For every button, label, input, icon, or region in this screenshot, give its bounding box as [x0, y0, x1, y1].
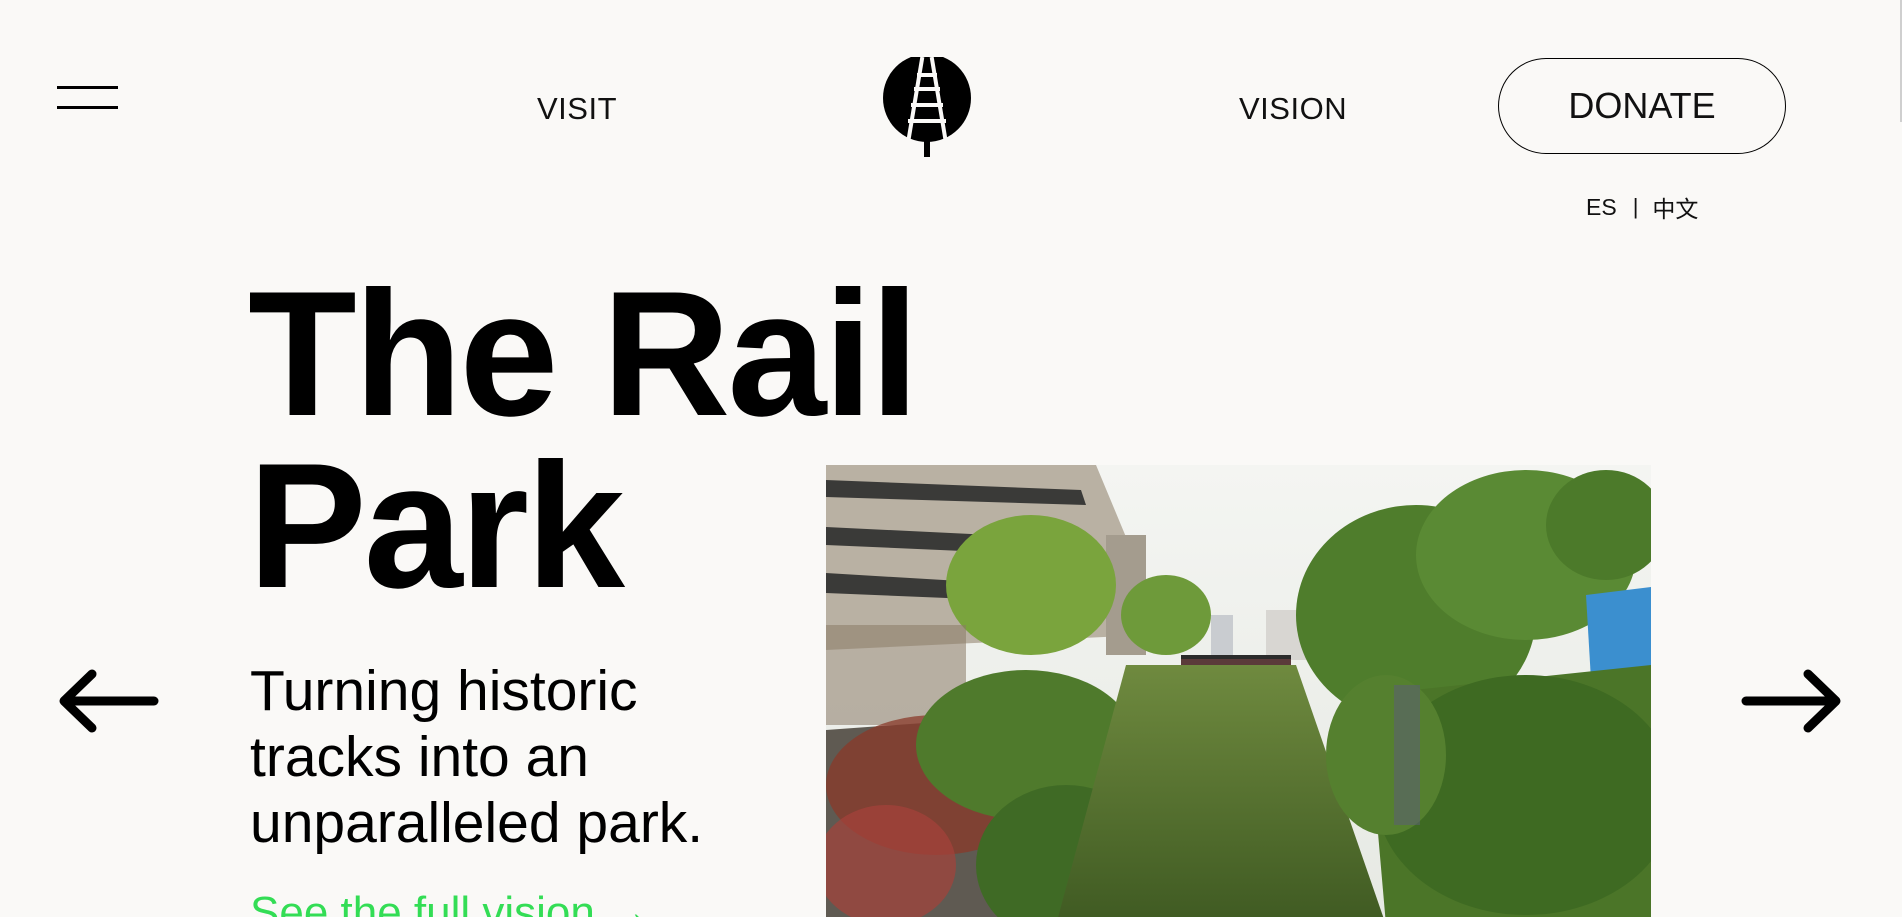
- language-switcher: ES | 中文: [1586, 190, 1698, 224]
- lang-es-link[interactable]: ES: [1586, 194, 1617, 221]
- page: VISIT VISION DONATE ES | 中文 The Rail Par…: [0, 0, 1902, 917]
- hero-photo: [826, 465, 1651, 917]
- overgrown-rail-cut-photo: [826, 465, 1651, 917]
- hero-title-line-1: The Rail: [248, 254, 919, 453]
- arrow-left-icon[interactable]: [58, 668, 160, 734]
- lang-separator: |: [1632, 194, 1639, 219]
- rail-tree-logo-icon[interactable]: [882, 57, 972, 157]
- lang-zh-link[interactable]: 中文: [1652, 190, 1698, 224]
- nav-vision-link[interactable]: VISION: [1239, 91, 1347, 127]
- see-full-vision-link[interactable]: See the full vision →: [250, 888, 651, 917]
- donate-button[interactable]: DONATE: [1498, 58, 1786, 154]
- nav-visit-link[interactable]: VISIT: [537, 91, 617, 127]
- hamburger-menu-icon[interactable]: [57, 86, 118, 112]
- hero-subtitle: Turning historic tracks into an unparall…: [250, 659, 704, 855]
- arrow-right-icon[interactable]: [1740, 668, 1842, 734]
